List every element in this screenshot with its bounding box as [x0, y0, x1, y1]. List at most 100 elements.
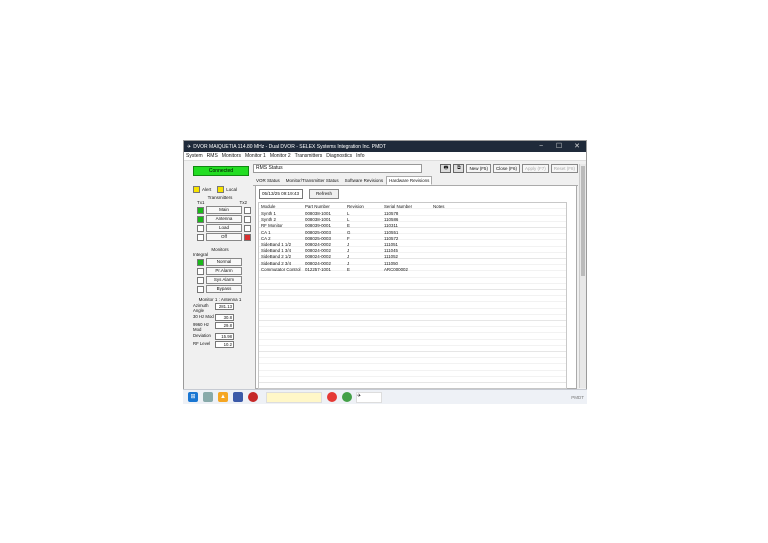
tx2-main-indicator [244, 206, 251, 214]
hardware-revisions-panel: 05/13/25 09:19:43 Refresh Module Part Nu… [255, 186, 577, 389]
menu-diagnostics[interactable]: Diagnostics [326, 153, 352, 159]
tab-monitor-transmitter-status[interactable]: Monitor/Transmitter Status [283, 176, 342, 185]
tab-hardware-revisions[interactable]: Hardware Revisions [386, 176, 433, 185]
reading-value: 281.13 [215, 303, 234, 310]
status-sidebar: Connected Alert Local Transmitters Tx1 T… [187, 164, 253, 388]
print-icon[interactable]: 🖶 [440, 164, 452, 173]
tx1-label: Tx1 [197, 200, 205, 205]
column-header-module[interactable]: Module [259, 203, 305, 211]
app-icon: ✈ [187, 143, 192, 150]
menu-monitor-2[interactable]: Monitor 2 [270, 153, 291, 159]
tx2-antenna-indicator [244, 215, 251, 223]
connected-indicator: Connected [193, 166, 249, 176]
revisions-table: Module Part Number Revision Serial Numbe… [258, 202, 567, 389]
tab-software-revisions[interactable]: Software Revisions [342, 176, 387, 185]
menu-rms[interactable]: RMS [207, 153, 218, 159]
scrollbar-thumb[interactable] [581, 166, 585, 276]
window-title: DVOR MAIQUETIA 114.80 MHz - Dual DVOR - … [193, 143, 386, 150]
cell-notes [433, 267, 473, 273]
system-tray: PMDT [571, 394, 584, 400]
cell-serial-number: ARC000002 [384, 266, 408, 272]
local-checkbox[interactable] [217, 186, 225, 193]
normal-indicator [197, 258, 204, 266]
table-header: Module Part Number Revision Serial Numbe… [259, 203, 566, 211]
alert-checkbox[interactable] [193, 186, 200, 193]
column-header-part-number[interactable]: Part Number [305, 203, 347, 211]
reading-label: 9960 Hz Mod [193, 322, 210, 332]
alert-local-row: Alert Local [193, 186, 253, 193]
title-bar: ✈ DVOR MAIQUETIA 114.80 MHz - Dual DVOR … [184, 141, 586, 152]
browser-icon[interactable] [327, 392, 337, 402]
tx-antenna-row: Antenna [197, 215, 253, 223]
reading-value: 30.8 [215, 314, 234, 321]
app-taskbar-icon[interactable] [233, 392, 243, 402]
prealarm-row: Pr.Alarm [197, 267, 253, 275]
cell-module: Commutator Control [261, 266, 301, 272]
task-view-icon[interactable] [203, 392, 213, 402]
off-button[interactable]: Off [206, 233, 242, 241]
tx1-antenna-indicator [197, 215, 204, 223]
pmdt-taskbar-button[interactable]: ✈ [356, 391, 382, 403]
tx2-label: Tx2 [239, 200, 247, 205]
warning-icon[interactable]: ▲ [218, 392, 228, 402]
rms-status-field: RMS Status [253, 164, 422, 173]
start-icon[interactable]: ⊞ [188, 392, 198, 402]
reading-30hz-mod: 30 Hz Mod 30.8 [193, 314, 253, 321]
bypass-row: Bypass [197, 285, 253, 293]
toolbar: RMS Status 🖶 ⧉ New (F5) Close (F6) Apply… [253, 164, 578, 173]
reading-azimuth: Azimuth Angle 281.13 [193, 303, 253, 313]
sysalarm-status: Sys Alarm [206, 276, 242, 284]
local-label: Local [226, 187, 238, 192]
tx1-main-indicator [197, 206, 204, 214]
cell-revision: E [347, 266, 350, 272]
load-button[interactable]: Load [206, 224, 242, 232]
datetime-field: 05/13/25 09:19:43 [259, 189, 303, 199]
menu-monitors[interactable]: Monitors [222, 153, 241, 159]
column-header-revision[interactable]: Revision [347, 203, 384, 211]
reading-value: 15.98 [215, 333, 234, 340]
table-row[interactable]: Commutator Control 012257-1001 E ARC0000… [259, 267, 566, 273]
reading-label: Deviation [193, 333, 211, 338]
close-page-button[interactable]: Close (F6) [492, 164, 520, 173]
tx2-off-indicator [244, 233, 251, 241]
main-button[interactable]: Main [206, 206, 242, 214]
tab-vor-status[interactable]: VOR Status [253, 176, 283, 185]
menu-monitor-1[interactable]: Monitor 1 [245, 153, 266, 159]
copy-icon[interactable]: ⧉ [453, 164, 465, 173]
window-scrollbar[interactable] [579, 164, 586, 388]
menu-info[interactable]: Info [356, 153, 364, 159]
record-icon[interactable] [248, 392, 258, 402]
reset-button[interactable]: Reset (F8) [550, 164, 578, 173]
menu-transmitters[interactable]: Transmitters [295, 153, 323, 159]
new-button[interactable]: New (F5) [466, 164, 491, 173]
chrome-icon[interactable] [342, 392, 352, 402]
sysalarm-indicator [197, 276, 204, 284]
normal-status: Normal [206, 258, 242, 266]
column-header-notes[interactable]: Notes [433, 203, 473, 211]
file-explorer-button[interactable] [266, 391, 322, 403]
tx1-off-indicator [197, 233, 204, 241]
main-area: RMS Status 🖶 ⧉ New (F5) Close (F6) Apply… [253, 164, 578, 389]
menu-bar: System RMS Monitors Monitor 1 Monitor 2 … [184, 152, 586, 161]
close-button[interactable]: ✕ [568, 141, 586, 152]
menu-system[interactable]: System [186, 153, 203, 159]
integral-label: Integral [193, 252, 209, 257]
reading-deviation: Deviation 15.98 [193, 333, 253, 340]
refresh-button[interactable]: Refresh [309, 189, 339, 199]
antenna-button[interactable]: Antenna [206, 215, 242, 223]
column-header-serial-number[interactable]: Serial Number [384, 203, 433, 211]
maximize-button[interactable]: ☐ [550, 141, 568, 152]
tx1-load-indicator [197, 224, 204, 232]
taskbar: ⊞ ▲ ✈ PMDT [183, 389, 587, 404]
apply-button[interactable]: Apply (F7) [521, 164, 549, 173]
minimize-button[interactable]: − [532, 141, 550, 152]
reading-label: Azimuth Angle [193, 303, 209, 313]
app-window: ✈ DVOR MAIQUETIA 114.80 MHz - Dual DVOR … [183, 140, 587, 390]
prealarm-status: Pr.Alarm [206, 267, 242, 275]
monitor-readings: Azimuth Angle 281.13 30 Hz Mod 30.8 9960… [193, 303, 253, 348]
bypass-indicator [197, 285, 204, 293]
monitor-antenna-heading: Monitor 1 : Antenna 1 [198, 297, 242, 302]
prealarm-indicator [197, 267, 204, 275]
tx2-load-indicator [244, 224, 251, 232]
reading-9960hz-mod: 9960 Hz Mod 29.8 [193, 322, 253, 332]
